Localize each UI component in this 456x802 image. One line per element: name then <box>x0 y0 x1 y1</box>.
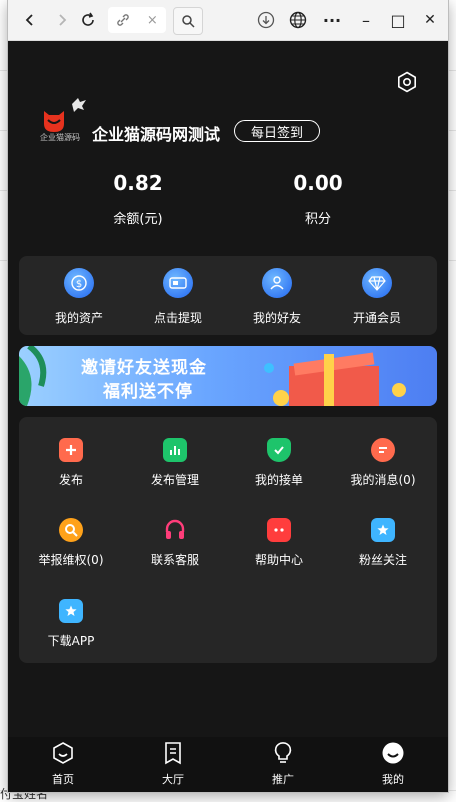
refresh-button[interactable] <box>76 8 100 32</box>
address-pill[interactable]: × <box>108 7 166 33</box>
bottom-tab-bar: 首页 大厅 推广 我的 <box>8 737 448 792</box>
user-icon <box>382 742 404 764</box>
site-name: 企业猫源码网测试 <box>92 125 221 144</box>
shield-check-icon <box>267 438 291 462</box>
tab-mine[interactable]: 我的 <box>353 741 433 787</box>
search-icon <box>182 15 195 28</box>
message-icon <box>371 438 395 462</box>
more-button[interactable]: ··· <box>320 8 344 32</box>
my-orders-button[interactable]: 我的接单 <box>229 438 329 488</box>
back-icon <box>25 14 33 26</box>
download-star-icon <box>59 599 83 623</box>
grid-label: 发布 <box>58 473 83 487</box>
quick-actions-card: $ 我的资产 点击提现 我的好友 开通会员 <box>19 256 437 335</box>
bar-chart-icon <box>163 438 187 462</box>
quick-action-label: 我的资产 <box>54 311 103 325</box>
download-app-button[interactable]: 下载APP <box>21 599 121 649</box>
tab-label: 大厅 <box>162 773 184 786</box>
tab-label: 推广 <box>272 773 294 786</box>
globe-button[interactable] <box>286 8 310 32</box>
balance-stat[interactable]: 0.82 余额(元) <box>78 171 198 227</box>
grid-label: 我的消息(0) <box>350 473 416 487</box>
customer-service-button[interactable]: 联系客服 <box>125 518 225 568</box>
grid-label: 帮助中心 <box>254 553 303 567</box>
download-icon <box>257 11 275 29</box>
grid-label: 举报维权(0) <box>38 553 104 567</box>
my-messages-button[interactable]: 我的消息(0) <box>333 438 433 488</box>
logo-text: 企业猫源码 <box>40 133 80 142</box>
plus-icon <box>59 438 83 462</box>
points-stat[interactable]: 0.00 积分 <box>258 171 378 227</box>
withdraw-button[interactable]: 点击提现 <box>128 268 228 326</box>
function-grid-card: 发布 发布管理 我的接单 我的消息(0) 举报维权(0) 联系客服 帮助中心 粉… <box>19 417 437 663</box>
my-assets-button[interactable]: $ 我的资产 <box>29 268 129 326</box>
globe-icon <box>289 11 307 29</box>
download-button[interactable] <box>254 8 278 32</box>
svg-text:$: $ <box>76 279 82 290</box>
forward-icon <box>59 14 67 26</box>
report-button[interactable]: 举报维权(0) <box>21 518 121 568</box>
quick-action-label: 开通会员 <box>352 311 401 325</box>
search-report-icon <box>59 518 83 542</box>
help-icon <box>267 518 291 542</box>
close-tab-icon[interactable]: × <box>147 13 158 28</box>
avatar-logo[interactable]: 企业猫源码 <box>38 96 96 146</box>
maximize-button[interactable]: □ <box>386 8 410 32</box>
balance-label: 余额(元) <box>113 212 163 227</box>
points-value: 0.00 <box>293 171 343 195</box>
diamond-icon <box>362 268 392 298</box>
grid-label: 联系客服 <box>150 553 199 567</box>
close-window-button[interactable]: ✕ <box>418 8 442 32</box>
tab-label: 我的 <box>382 773 404 786</box>
friends-icon <box>262 268 292 298</box>
my-friends-button[interactable]: 我的好友 <box>227 268 327 326</box>
invite-banner[interactable]: 邀请好友送现金 福利送不停 <box>19 346 437 406</box>
quick-action-label: 我的好友 <box>252 311 301 325</box>
card-icon <box>163 268 193 298</box>
minimize-button[interactable]: – <box>354 8 378 32</box>
help-center-button[interactable]: 帮助中心 <box>229 518 329 568</box>
tab-hall[interactable]: 大厅 <box>133 741 213 787</box>
bookmark-icon <box>165 742 181 765</box>
bulb-icon <box>274 742 292 763</box>
open-membership-button[interactable]: 开通会员 <box>327 268 427 326</box>
grid-label: 我的接单 <box>254 473 303 487</box>
banner-subtitle: 福利送不停 <box>103 382 193 402</box>
grid-label: 发布管理 <box>150 473 199 487</box>
forward-button[interactable] <box>50 8 74 32</box>
headset-icon <box>163 518 187 542</box>
points-label: 积分 <box>304 212 331 227</box>
browser-titlebar: × ··· – □ ✕ <box>8 0 448 41</box>
grid-label: 粉丝关注 <box>358 553 407 567</box>
refresh-icon <box>82 12 94 26</box>
tab-label: 首页 <box>52 773 74 786</box>
home-icon <box>53 742 73 764</box>
tab-home[interactable]: 首页 <box>23 741 103 787</box>
settings-icon[interactable] <box>396 71 418 93</box>
coin-icon: $ <box>64 268 94 298</box>
balance-value: 0.82 <box>113 171 163 195</box>
publish-manage-button[interactable]: 发布管理 <box>125 438 225 488</box>
daily-checkin-button[interactable]: 每日签到 <box>234 120 320 142</box>
star-icon <box>371 518 395 542</box>
link-icon <box>117 14 130 26</box>
fans-follow-button[interactable]: 粉丝关注 <box>333 518 433 568</box>
popup-window: × ··· – □ ✕ 企业猫源码 企业猫源码网测试 每日签到 0.82 余额(… <box>8 0 448 792</box>
banner-title: 邀请好友送现金 <box>81 358 207 378</box>
tab-promote[interactable]: 推广 <box>243 741 323 787</box>
search-button[interactable] <box>173 7 203 35</box>
quick-action-label: 点击提现 <box>153 311 202 325</box>
member-center: 企业猫源码 企业猫源码网测试 每日签到 0.82 余额(元) 0.00 积分 $… <box>8 41 448 792</box>
grid-label: 下载APP <box>47 634 95 648</box>
publish-button[interactable]: 发布 <box>21 438 121 488</box>
back-button[interactable] <box>18 8 42 32</box>
